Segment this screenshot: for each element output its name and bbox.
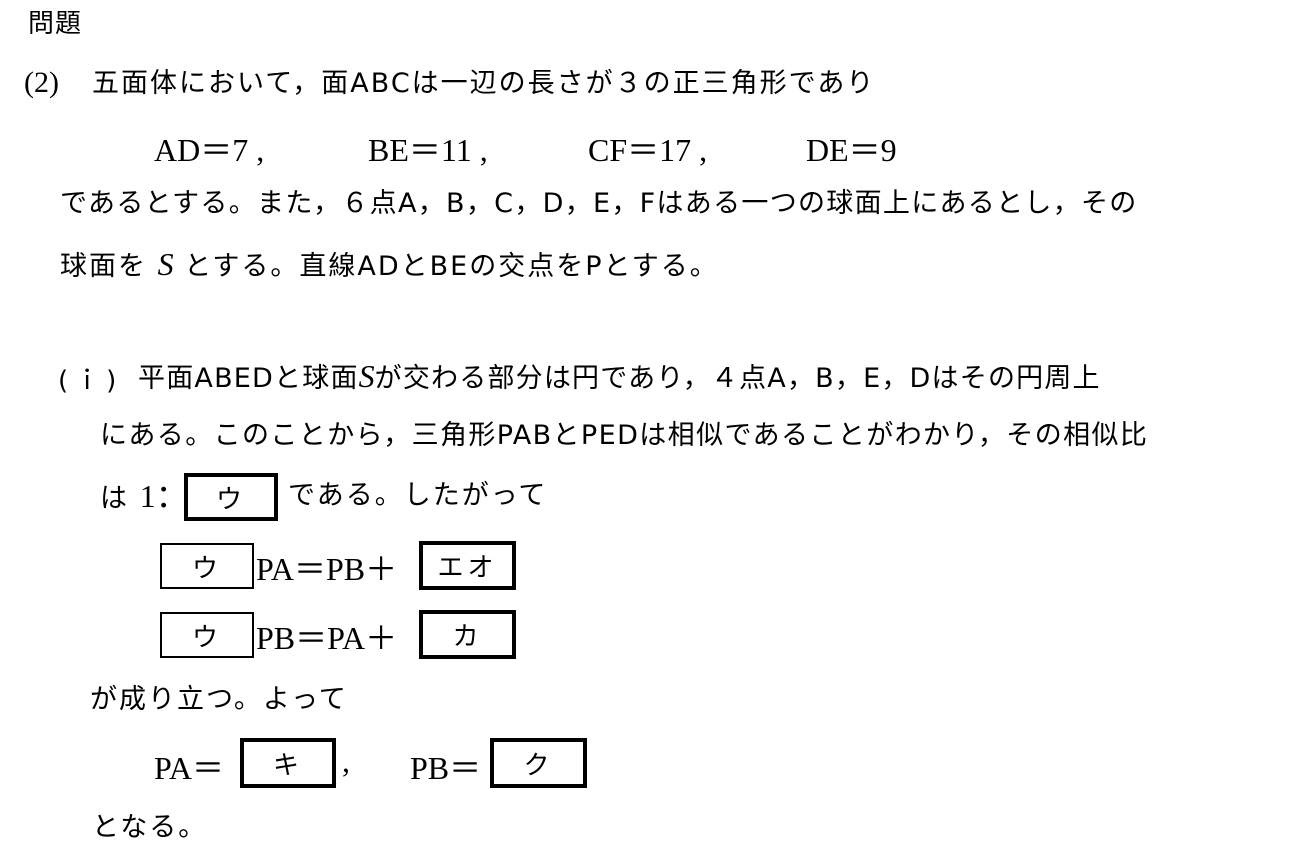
problem-line-3: であるとする。また，６点A，B，C，D，E，Fはある一つの球面上にあるとし，その [60, 188, 1138, 219]
subproblem-line-1: 平面ABEDと球面Sが交わる部分は円であり，４点A，B，E，Dはその円周上 [138, 358, 1101, 397]
condition-eq: ＝ [408, 132, 441, 168]
condition-label: BE [368, 132, 409, 168]
condition-ad: AD＝7 , [154, 125, 264, 171]
subproblem-line-2: にある。このことから，三角形PABとPEDは相似であることがわかり，その相似比 [100, 420, 1149, 451]
condition-label: AD [154, 132, 201, 168]
equation-2: PB＝PA＋ [256, 620, 398, 656]
condition-eq: ＝ [848, 132, 881, 168]
answer-box-ka[interactable]: カ [419, 610, 516, 659]
page-title: 問題 [28, 9, 83, 39]
answer-box-u-eq2[interactable]: ウ [160, 612, 254, 658]
condition-value: 11 [440, 132, 472, 168]
condition-value: 17 [659, 132, 692, 168]
text: とする。直線ADとBEの交点をPとする。 [184, 251, 719, 282]
answer-box-ki[interactable]: キ [240, 738, 336, 788]
answer-box-ku[interactable]: ク [490, 738, 587, 788]
result-pa-label: PA＝ [154, 750, 224, 786]
condition-cf: CF＝17 , [588, 125, 707, 171]
condition-label: DE [806, 132, 849, 168]
problem-intro: 五面体において，面ABCは一辺の長さが３の正三角形であり [92, 68, 876, 99]
condition-eq: ＝ [627, 132, 660, 168]
condition-sep: , [699, 132, 708, 168]
answer-box-u-eq1[interactable]: ウ [160, 543, 254, 589]
answer-box-u[interactable]: ウ [184, 473, 278, 521]
problem-line-4: 球面を S とする。直線ADとBEの交点をPとする。 [60, 246, 719, 285]
result-pb-label: PB＝ [410, 750, 482, 786]
ratio-line: は 1： [100, 478, 188, 517]
text: 平面ABEDと球面 [138, 363, 359, 394]
condition-sep: , [256, 132, 265, 168]
condition-label: CF [588, 132, 628, 168]
text: が交わる部分は円であり，４点A，B，E，Dはその円周上 [374, 363, 1101, 394]
equation-1: PA＝PB＋ [256, 551, 398, 587]
problem-number: (2) [24, 66, 59, 99]
sphere-variable: S [157, 246, 174, 282]
result-comma: , [342, 743, 350, 779]
text: 球面を [60, 251, 147, 282]
condition-sep: , [479, 132, 488, 168]
condition-de: DE＝9 [806, 125, 897, 171]
ratio-line-suffix: である。したがって [288, 480, 548, 511]
condition-value: 7 [232, 132, 249, 168]
ratio-prefix: 1： [139, 478, 188, 514]
ending-line: となる。 [92, 812, 208, 843]
conclusion-line: が成り立つ。よって [90, 684, 348, 715]
condition-value: 9 [880, 132, 897, 168]
subproblem-label: (ｉ) [58, 366, 123, 396]
text: は [100, 483, 129, 514]
condition-be: BE＝11 , [368, 125, 488, 171]
sphere-variable: S [358, 358, 375, 394]
answer-box-eo[interactable]: エオ [419, 541, 516, 590]
condition-eq: ＝ [200, 132, 233, 168]
